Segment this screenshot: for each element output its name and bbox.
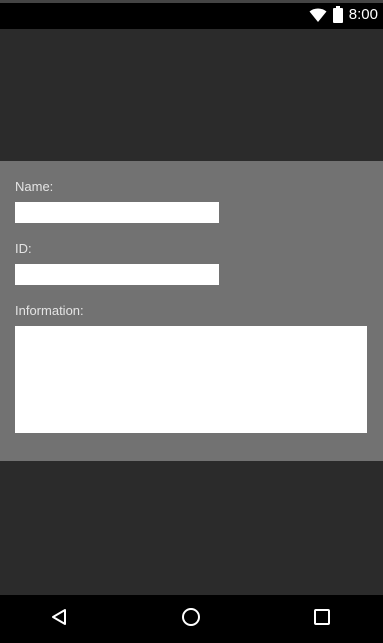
navigation-bar bbox=[0, 595, 383, 643]
recents-icon bbox=[314, 608, 330, 630]
back-button[interactable] bbox=[27, 595, 91, 643]
back-icon bbox=[50, 608, 68, 631]
name-field[interactable] bbox=[15, 202, 219, 223]
status-bar: 8:00 bbox=[0, 0, 383, 29]
app-screen: 8:00 Name: ID: Information: bbox=[0, 0, 383, 643]
id-field[interactable] bbox=[15, 264, 219, 285]
recents-button[interactable] bbox=[290, 595, 354, 643]
wifi-icon bbox=[309, 7, 327, 23]
name-label: Name: bbox=[15, 179, 54, 194]
status-time: 8:00 bbox=[348, 6, 378, 23]
status-bar-top-edge bbox=[0, 0, 383, 3]
information-label: Information: bbox=[15, 303, 84, 318]
home-icon bbox=[181, 607, 201, 632]
home-button[interactable] bbox=[159, 595, 223, 643]
battery-icon bbox=[332, 6, 343, 23]
id-label: ID: bbox=[15, 241, 32, 256]
form-panel: Name: ID: Information: bbox=[0, 161, 383, 461]
information-field[interactable] bbox=[15, 326, 367, 433]
